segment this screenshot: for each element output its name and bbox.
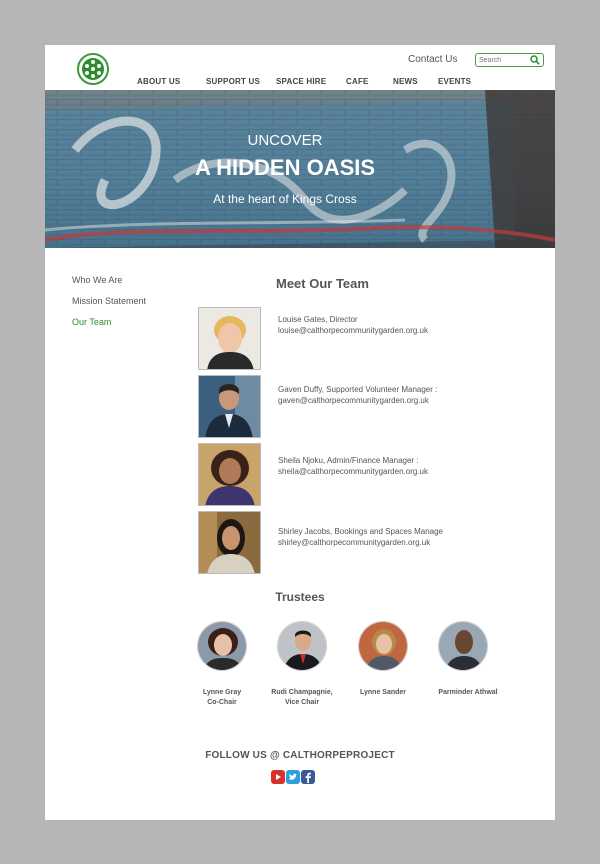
team-member-photo: [198, 375, 261, 438]
nav-support-us[interactable]: SUPPORT US: [206, 77, 260, 86]
trustee-photo: [438, 621, 488, 671]
hero-kicker: UNCOVER: [247, 132, 323, 149]
trustee-photo: [358, 621, 408, 671]
sidebar-item-mission-statement[interactable]: Mission Statement: [72, 296, 146, 306]
trustee-name: Parminder Athwal: [438, 689, 498, 696]
search-box[interactable]: [475, 53, 544, 67]
team-member-title: Shirley Jacobs, Bookings and Spaces Mana…: [278, 527, 443, 536]
nav-about-us[interactable]: ABOUT US: [137, 77, 180, 86]
trustee-photo: [277, 621, 327, 671]
hero-subtitle: At the heart of Kings Cross: [213, 192, 357, 206]
search-icon[interactable]: [530, 55, 540, 65]
twitter-icon[interactable]: [286, 770, 300, 784]
trustees-heading: Trustees: [275, 590, 325, 604]
nav-events[interactable]: EVENTS: [438, 77, 471, 86]
team-member-photo: [198, 307, 261, 370]
page: Contact Us ABOUT US SUPPORT US SPACE HIR…: [45, 45, 555, 820]
sidebar-item-our-team[interactable]: Our Team: [72, 317, 111, 327]
trustee-name: Lynne Gray Co-Chair: [202, 689, 242, 706]
team-member-title: Louise Gates, Director: [278, 315, 358, 324]
team-member-email[interactable]: shirley@calthorpecommunitygarden.org.uk: [278, 538, 430, 547]
team-member-photo: [198, 443, 261, 506]
follow-us-text: FOLLOW US @ CALTHORPEPROJECT: [205, 750, 395, 761]
facebook-icon[interactable]: [301, 770, 315, 784]
main-nav: ABOUT US SUPPORT US SPACE HIRE CAFE NEWS…: [45, 77, 555, 89]
nav-cafe[interactable]: CAFE: [346, 77, 369, 86]
team-member-email[interactable]: gaven@calthorpecommunitygarden.org.uk: [278, 396, 429, 405]
sidebar-item-who-we-are[interactable]: Who We Are: [72, 275, 122, 285]
nav-news[interactable]: NEWS: [393, 77, 418, 86]
youtube-icon[interactable]: [271, 770, 285, 784]
trustee-name: Lynne Sander: [359, 689, 407, 696]
trustee-name: Rudi Champagnie, Vice Chair: [271, 689, 333, 706]
hero-banner: UNCOVER A HIDDEN OASIS At the heart of K…: [45, 90, 555, 248]
nav-space-hire[interactable]: SPACE HIRE: [276, 77, 326, 86]
search-input[interactable]: [479, 54, 529, 66]
team-member-title: Gaven Duffy, Supported Volunteer Manager…: [278, 385, 438, 394]
hero-headline: A HIDDEN OASIS: [194, 155, 376, 180]
trustee-photo: [197, 621, 247, 671]
team-member-photo: [198, 511, 261, 574]
team-member-email[interactable]: louise@calthorpecommunitygarden.org.uk: [278, 326, 428, 335]
team-member-email[interactable]: sheila@calthorpecommunitygarden.org.uk: [278, 467, 428, 476]
team-heading: Meet Our Team: [276, 276, 369, 291]
team-member-title: Sheila Njoku, Admin/Finance Manager :: [278, 456, 419, 465]
contact-us-link[interactable]: Contact Us: [408, 54, 457, 65]
